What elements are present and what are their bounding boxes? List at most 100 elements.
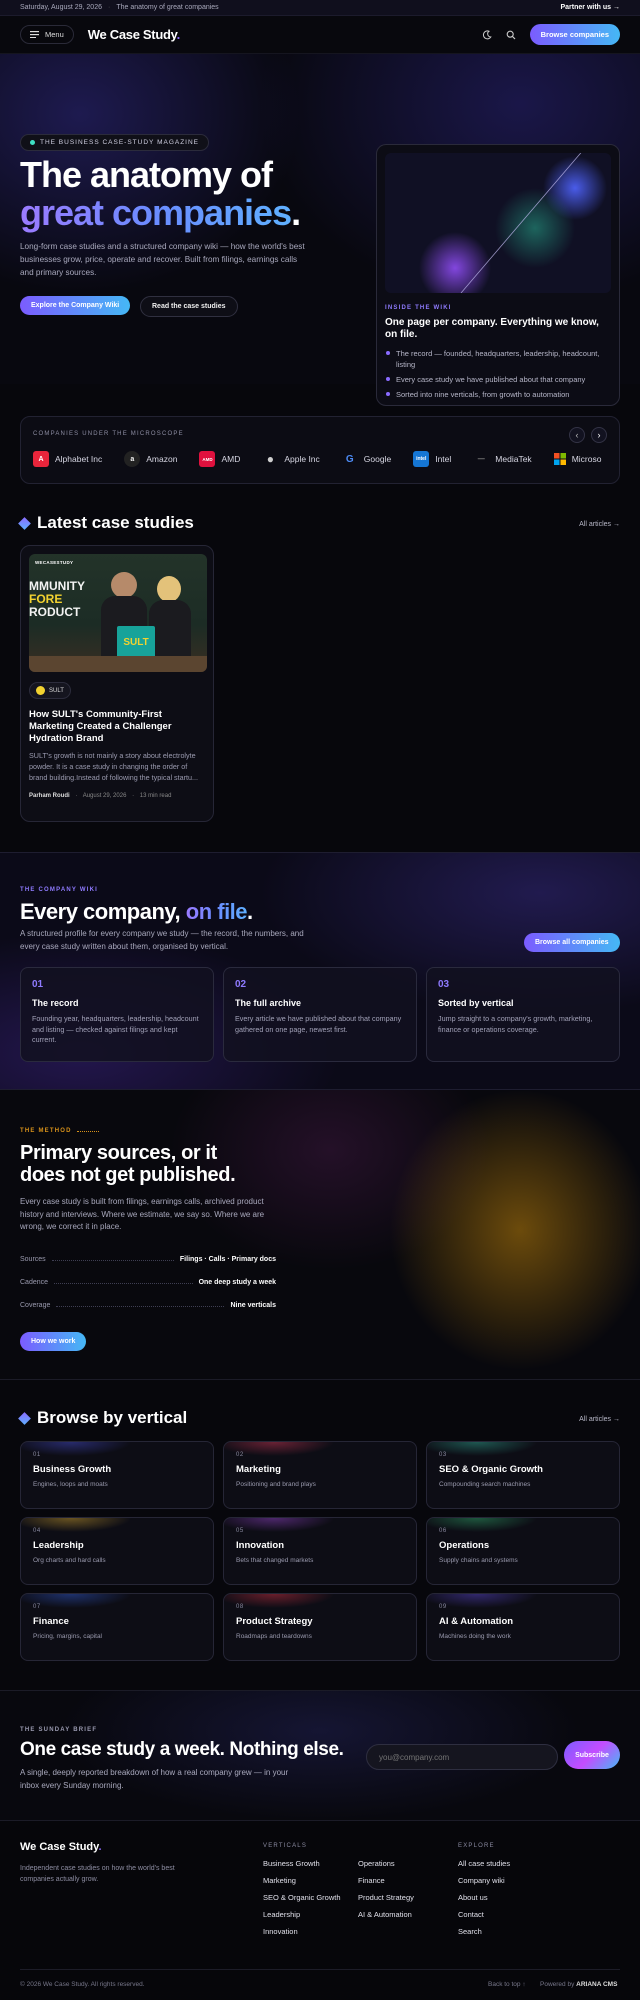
browse-companies-button[interactable]: Browse companies <box>529 24 620 45</box>
vertical-number: 01 <box>33 1452 41 1458</box>
case-study-title[interactable]: How SULT's Community-First Marketing Cre… <box>29 709 179 745</box>
footer-logo[interactable]: We Case Study. <box>20 1841 102 1853</box>
vertical-card[interactable]: 01 Business Growth Engines, loops and moat… <box>20 1441 214 1509</box>
case-study-card[interactable]: WECASESTUDY MMUNITY FORE RODUCT SULT SUL… <box>20 545 214 822</box>
read-case-studies-button[interactable]: Read the case studies <box>140 296 238 317</box>
footer-link[interactable]: Search <box>458 1927 482 1936</box>
vertical-card[interactable]: 09 AI & Automation Machines doing the work <box>426 1593 620 1661</box>
company-logo-mediatek[interactable]: — MediaTek <box>473 451 532 467</box>
partner-link[interactable]: Partner with us → <box>560 4 620 11</box>
method-paragraph: Every case study is built from filings, … <box>20 1197 265 1231</box>
inside-wiki-card: INSIDE THE WIKI One page per company. Ev… <box>376 144 620 406</box>
image-brand: WECASESTUDY <box>35 560 74 565</box>
section-title-text: Latest case studies <box>37 513 194 532</box>
vertical-card[interactable]: 06 Operations Supply chains and systems <box>426 1517 620 1585</box>
image-headline: MMUNITY FORE RODUCT <box>29 580 85 619</box>
method-row: Sources Filings · Calls · Primary docs <box>20 1256 276 1263</box>
footer-logo-dot: . <box>98 1841 102 1853</box>
vertical-card[interactable]: 04 Leadership Org charts and hard calls <box>20 1517 214 1585</box>
company-logo-apple[interactable]: ● Apple Inc <box>262 451 320 467</box>
footer-link[interactable]: Leadership <box>263 1910 300 1919</box>
read-time: 13 min read <box>139 793 172 799</box>
vertical-description: Engines, loops and moats <box>33 1481 108 1488</box>
company-tag-icon <box>36 686 45 695</box>
footer-link[interactable]: Business Growth <box>263 1859 320 1868</box>
menu-button[interactable]: Menu <box>20 25 74 44</box>
footer-copyright: © 2026 We Case Study. All rights reserve… <box>20 1981 145 1988</box>
feature-description: Every article we have published about th… <box>235 1014 402 1034</box>
how-we-work-button[interactable]: How we work <box>20 1332 87 1351</box>
powered-by-brand[interactable]: ARIANA CMS <box>576 1981 617 1988</box>
menu-label: Menu <box>45 30 64 39</box>
company-tag-label: SULT <box>49 687 64 694</box>
footer-link[interactable]: Innovation <box>263 1927 298 1936</box>
vertical-description: Bets that changed markets <box>236 1557 314 1564</box>
footer-link[interactable]: About us <box>458 1893 488 1902</box>
vertical-number: 05 <box>236 1528 244 1534</box>
footer-link[interactable]: Product Strategy <box>358 1893 414 1902</box>
wiki-feature-card: 03 Sorted by vertical Jump straight to a… <box>426 967 620 1062</box>
footer-link[interactable]: SEO & Organic Growth <box>263 1893 341 1902</box>
badge-text: THE BUSINESS CASE-STUDY MAGAZINE <box>40 139 200 146</box>
person-head <box>111 572 137 598</box>
vertical-card[interactable]: 08 Product Strategy Roadmaps and teardowns <box>223 1593 417 1661</box>
footer-link[interactable]: Operations <box>358 1859 395 1868</box>
hero-section: THE BUSINESS CASE-STUDY MAGAZINE The ana… <box>0 54 640 406</box>
hero-title-line1: The anatomy of <box>20 154 273 195</box>
vertical-card[interactable]: 02 Marketing Positioning and brand plays <box>223 1441 417 1509</box>
company-logo-microsoft[interactable]: Microso <box>553 451 601 467</box>
hero-title-line2: great companies. <box>20 192 301 233</box>
hero-title-highlight: great companies <box>20 192 292 233</box>
verticals-all-articles-link[interactable]: All articles → <box>579 1416 620 1423</box>
hamburger-icon <box>30 31 39 38</box>
logo-text: We Case Study <box>87 27 177 42</box>
tagline-link[interactable]: The anatomy of great companies <box>116 4 218 11</box>
browse-all-companies-button[interactable]: Browse all companies <box>524 933 620 952</box>
vertical-name: AI & Automation <box>439 1616 514 1627</box>
footer-link[interactable]: Contact <box>458 1910 484 1919</box>
vertical-card[interactable]: 03 SEO & Organic Growth Compounding search… <box>426 1441 620 1509</box>
explore-wiki-button[interactable]: Explore the Company Wiki <box>20 296 131 315</box>
footer-link[interactable]: Marketing <box>263 1876 296 1885</box>
wiki-feature-card: 02 The full archive Every article we hav… <box>223 967 417 1062</box>
company-wiki-section: THE COMPANY WIKI Every company, on file.… <box>0 852 640 1090</box>
wiki-title: Every company, on file. <box>20 899 253 925</box>
site-footer: We Case Study. Independent case studies … <box>0 1820 640 2000</box>
footer-link[interactable]: AI & Automation <box>358 1910 412 1919</box>
company-logo-alphabet[interactable]: A Alphabet Inc <box>33 451 102 467</box>
search-icon[interactable] <box>506 30 516 40</box>
company-logo-amazon[interactable]: a Amazon <box>124 451 177 467</box>
image-headline-line: RODUCT <box>29 605 81 619</box>
subscribe-button[interactable]: Subscribe <box>564 1741 620 1769</box>
vertical-name: Product Strategy <box>236 1616 313 1627</box>
logos-next-button[interactable]: › <box>591 427 607 443</box>
all-articles-link[interactable]: All articles → <box>579 521 620 528</box>
footer-logo-text: We Case Study <box>20 1841 99 1853</box>
site-logo[interactable]: We Case Study. <box>88 27 180 42</box>
moon-icon[interactable] <box>482 29 492 40</box>
apple-icon: ● <box>266 452 274 466</box>
method-kicker-text: THE METHOD <box>20 1128 72 1134</box>
footer-link[interactable]: Finance <box>358 1876 385 1885</box>
vertical-card[interactable]: 07 Finance Pricing, margins, capital <box>20 1593 214 1661</box>
back-to-top-link[interactable]: Back to top ↑ <box>488 1981 526 1988</box>
footer-link[interactable]: All case studies <box>458 1859 510 1868</box>
row-value: One deep study a week <box>198 1279 276 1286</box>
vertical-number: 03 <box>439 1452 447 1458</box>
intel-icon: intel <box>413 451 430 467</box>
company-logo-intel[interactable]: intel Intel <box>413 451 451 467</box>
vertical-description: Org charts and hard calls <box>33 1557 106 1564</box>
feature-title: Sorted by vertical <box>438 998 514 1008</box>
footer-divider <box>20 1969 620 1970</box>
company-logo-google[interactable]: G Google <box>342 451 391 467</box>
newsletter-email-input[interactable] <box>366 1744 558 1770</box>
footer-link[interactable]: Company wiki <box>458 1876 505 1885</box>
company-logo-amd[interactable]: AMD AMD <box>199 451 240 467</box>
vertical-card[interactable]: 05 Innovation Bets that changed markets <box>223 1517 417 1585</box>
logos-prev-button[interactable]: ‹ <box>569 427 585 443</box>
wiki-card-item: The record — founded, headquarters, lead… <box>385 348 611 370</box>
feature-title: The record <box>32 998 79 1008</box>
hero-title-dot: . <box>291 192 301 233</box>
company-tag[interactable]: SULT <box>29 682 71 699</box>
product-box: SULT <box>117 626 155 658</box>
